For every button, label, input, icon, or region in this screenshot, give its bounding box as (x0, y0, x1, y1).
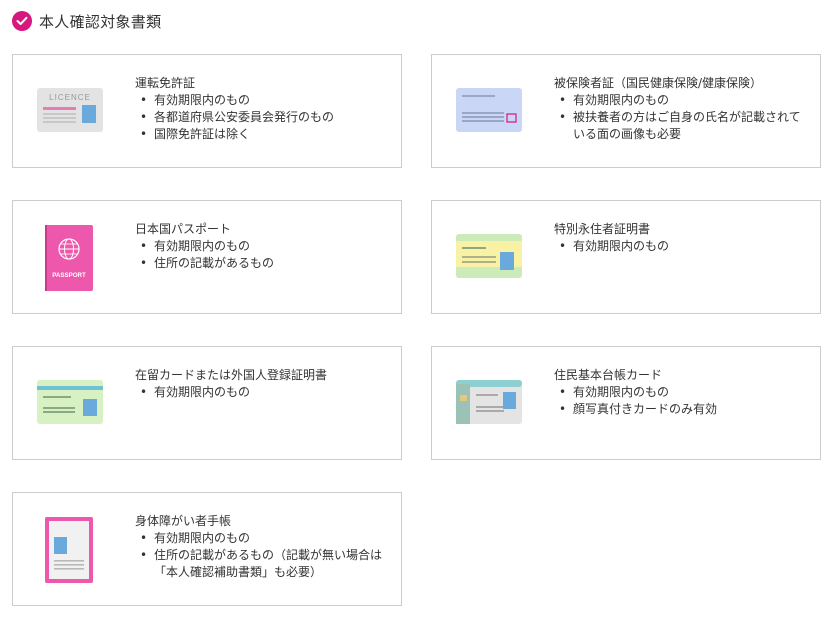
requirement-list: 有効期限内のもの (554, 238, 810, 255)
card-title: 被保険者証（国民健康保険/健康保険） (554, 76, 763, 90)
requirement-item: 被扶養者の方はご自身の氏名が記載されている面の画像も必要 (554, 109, 810, 143)
svg-text:PASSPORT: PASSPORT (52, 272, 86, 279)
requirement-list: 有効期限内のもの 住所の記載があるもの（記載が無い場合は「本人確認補助書類」も必… (135, 530, 391, 581)
document-card-residence-card: 在留カードまたは外国人登録証明書 有効期限内のもの (12, 346, 402, 460)
requirement-item: 有効期限内のもの (554, 238, 810, 255)
check-circle-icon (12, 11, 32, 31)
requirement-item: 住所の記載があるもの（記載が無い場合は「本人確認補助書類」も必要） (135, 547, 391, 581)
residence-card-icon (37, 380, 103, 424)
card-title: 身体障がい者手帳 (135, 514, 232, 528)
requirement-item: 住所の記載があるもの (135, 255, 391, 272)
card-title: 在留カードまたは外国人登録証明書 (135, 368, 328, 382)
section-title: 本人確認対象書類 (39, 12, 162, 31)
permanent-resident-card-icon (456, 234, 522, 278)
requirement-item: 国際免許証は除く (135, 126, 391, 143)
requirement-item: 顔写真付きカードのみ有効 (554, 401, 810, 418)
requirement-item: 有効期限内のもの (135, 92, 391, 109)
requirement-item: 有効期限内のもの (554, 384, 810, 401)
document-card-insurance: 被保険者証（国民健康保険/健康保険） 有効期限内のもの 被扶養者の方はご自身の氏… (431, 54, 821, 168)
card-title: 日本国パスポート (135, 222, 232, 236)
document-card-resident-registry: 住民基本台帳カード 有効期限内のもの 顔写真付きカードのみ有効 (431, 346, 821, 460)
svg-text:LICENCE: LICENCE (49, 93, 91, 102)
requirement-item: 有効期限内のもの (135, 384, 391, 401)
requirement-list: 有効期限内のもの 顔写真付きカードのみ有効 (554, 384, 810, 418)
requirement-list: 有効期限内のもの 被扶養者の方はご自身の氏名が記載されている面の画像も必要 (554, 92, 810, 143)
card-title: 運転免許証 (135, 76, 196, 90)
card-title: 住民基本台帳カード (554, 368, 663, 382)
insurance-card-icon (456, 88, 522, 132)
requirement-list: 有効期限内のもの 各都道府県公安委員会発行のもの 国際免許証は除く (135, 92, 391, 143)
driver-license-icon: LICENCE (37, 88, 103, 132)
requirement-item: 有効期限内のもの (554, 92, 810, 109)
requirement-list: 有効期限内のもの 住所の記載があるもの (135, 238, 391, 272)
card-title: 特別永住者証明書 (554, 222, 651, 236)
requirement-item: 有効期限内のもの (135, 530, 391, 547)
document-card-drivers-license: LICENCE 運転免許証 有効期限内のもの 各都道府県公安委員会発行のもの 国… (12, 54, 402, 168)
requirement-list: 有効期限内のもの (135, 384, 391, 401)
requirement-item: 各都道府県公安委員会発行のもの (135, 109, 391, 126)
document-card-disability-handbook: 身体障がい者手帳 有効期限内のもの 住所の記載があるもの（記載が無い場合は「本人… (12, 492, 402, 606)
document-card-special-permanent-resident: 特別永住者証明書 有効期限内のもの (431, 200, 821, 314)
resident-registry-card-icon (456, 380, 522, 424)
requirement-item: 有効期限内のもの (135, 238, 391, 255)
disability-handbook-icon (45, 517, 93, 583)
section-header: 本人確認対象書類 (12, 9, 161, 33)
passport-icon: PASSPORT (45, 225, 93, 291)
document-card-passport: PASSPORT 日本国パスポート 有効期限内のもの 住所の記載があるもの (12, 200, 402, 314)
